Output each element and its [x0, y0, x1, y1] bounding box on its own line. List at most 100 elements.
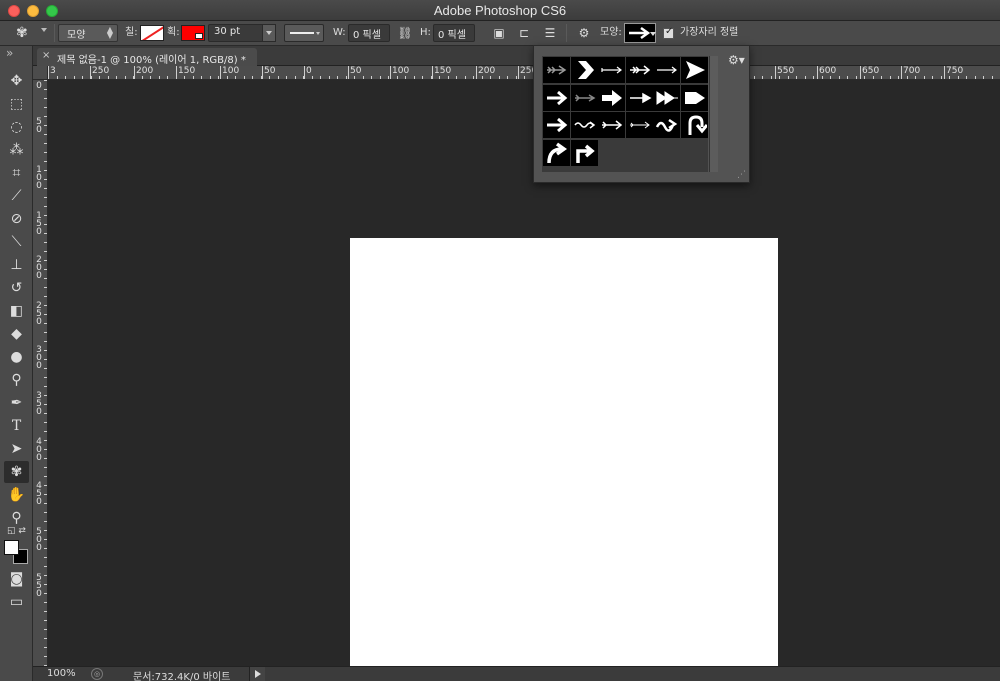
history-brush-icon[interactable]: ↺ [4, 277, 29, 299]
shape-arrow-9[interactable] [598, 84, 625, 111]
shape-arrow-18[interactable] [680, 112, 708, 138]
swap-colors-icon[interactable]: ◱ ⇄ [4, 524, 29, 538]
magic-wand-icon[interactable]: ⁂ [4, 139, 29, 161]
quick-mask-icon[interactable]: ◙ [4, 568, 29, 590]
pen-icon[interactable]: ✒ [4, 392, 29, 414]
shape-arrow-11[interactable] [653, 84, 680, 111]
popup-scrollbar[interactable] [709, 56, 718, 172]
ruler-origin[interactable] [33, 66, 48, 80]
ruler-major-tick [176, 66, 177, 79]
shape-arrow-5[interactable] [653, 57, 680, 83]
vertical-ruler[interactable]: 0 50 100 150 200 250 300 350 400 450 500 550 [33, 80, 48, 666]
height-input[interactable]: 0 픽셀 [433, 24, 475, 42]
close-icon[interactable]: × [42, 50, 50, 61]
document-canvas[interactable] [350, 238, 778, 666]
shape-arrow-13[interactable] [543, 112, 570, 138]
status-menu-button[interactable] [249, 667, 265, 681]
paint-bucket-icon[interactable]: ◆ [4, 323, 29, 345]
foreground-color[interactable] [4, 540, 19, 555]
shape-arrow-12[interactable] [680, 84, 708, 111]
document-info: 문서:732.4K/0 바이트 [133, 672, 231, 681]
ruler-major-tick [775, 66, 776, 79]
stroke-size-input[interactable]: 30 pt [208, 24, 264, 42]
ruler-tick [346, 76, 347, 79]
zoom-level[interactable]: 100% [47, 668, 76, 679]
bandage-icon[interactable]: ⊘ [4, 208, 29, 230]
ruler-tick [44, 359, 47, 360]
shape-arrow-1[interactable] [543, 57, 570, 83]
crop-icon[interactable]: ⌗ [4, 162, 29, 184]
move-icon[interactable]: ✥ [4, 70, 29, 92]
shape-arrow-4[interactable] [625, 57, 653, 83]
ruler-label: 250 [36, 301, 42, 327]
shape-arrow-16[interactable] [625, 112, 653, 138]
tool-mode-select[interactable]: 모양 ▲ ▼ [58, 24, 118, 42]
ruler-tick [44, 305, 47, 306]
status-icon[interactable]: ◎ [91, 668, 103, 680]
marquee-icon[interactable]: ⬚ [4, 93, 29, 115]
stroke-size-dropdown[interactable] [262, 24, 276, 42]
align-edges-checkbox[interactable] [663, 26, 674, 39]
photoshop-window: Adobe Photoshop CS6 ✾ 모양 ▲ ▼ 칠: 획: 30 pt … [0, 0, 1000, 681]
app-title: Adobe Photoshop CS6 [433, 3, 567, 18]
ruler-label: 50 [36, 117, 42, 135]
stroke-swatch[interactable] [181, 25, 205, 41]
ruler-major-tick [390, 66, 391, 79]
ruler-tick [44, 287, 47, 288]
stamp-icon[interactable]: ⊥ [4, 254, 29, 276]
drop-icon[interactable]: ● [4, 346, 29, 368]
path-arrangement-icon[interactable]: ☰ [541, 24, 559, 42]
shape-arrow-10[interactable] [625, 84, 653, 111]
shape-arrow-20[interactable] [570, 139, 598, 166]
eyedropper-icon[interactable]: ⟋ [4, 185, 29, 207]
custom-shape-icon[interactable]: ✾ [4, 461, 29, 483]
width-input[interactable]: 0 픽셀 [348, 24, 390, 42]
stroke-type-picker[interactable] [284, 24, 324, 42]
document-tab[interactable]: × 제목 없음-1 @ 100% (레이어 1, RGB/8) * [37, 48, 257, 66]
shape-arrow-8[interactable] [570, 84, 598, 111]
path-alignment-icon[interactable]: ⊏ [515, 24, 533, 42]
ruler-tick [992, 76, 993, 79]
lasso-icon[interactable]: ◌ [4, 116, 29, 138]
eraser-icon[interactable]: ◧ [4, 300, 29, 322]
shape-arrow-3[interactable] [598, 57, 625, 83]
brush-icon[interactable]: ⟍ [4, 231, 29, 253]
document-title: 제목 없음-1 @ 100% (레이어 1, RGB/8) * [57, 55, 246, 66]
tool-preset-picker[interactable]: ✾ [14, 24, 54, 42]
hand-icon[interactable]: ✋ [4, 484, 29, 506]
screen-mode-icon[interactable]: ▭ [4, 591, 29, 613]
shape-arrow-7[interactable] [543, 84, 570, 111]
gear-icon[interactable]: ⚙ [575, 24, 593, 42]
shape-arrow-14[interactable] [570, 112, 598, 138]
type-icon[interactable]: T [4, 415, 29, 437]
link-icon[interactable]: ⛓ [396, 24, 414, 42]
ruler-tick [499, 76, 500, 79]
arrow-shape-icon [629, 121, 650, 129]
dodge-icon[interactable]: ⚲ [4, 369, 29, 391]
arrow-shape-icon [577, 61, 594, 79]
canvas-area[interactable] [48, 80, 1000, 666]
ruler-tick [805, 76, 806, 79]
horizontal-ruler[interactable]: 3 250 200 150 100 50 0 50 100 150 200 250 550 600 650 7… [48, 66, 1000, 80]
color-swatches[interactable] [4, 540, 30, 566]
fill-swatch[interactable] [140, 25, 164, 41]
shape-arrow-15[interactable] [598, 112, 625, 138]
shape-arrow-2[interactable] [570, 57, 598, 83]
arrow-pointer-icon[interactable]: ➤ [4, 438, 29, 460]
gear-icon[interactable]: ⚙▾ [728, 53, 745, 67]
ruler-label: 650 [862, 66, 880, 76]
tools-panel: ✥ ⬚ ◌ ⁂ ⌗ ⟋ ⊘ ⟍ ⊥ ↺ ◧ ◆ ● ⚲ ✒ T ➤ ✾ ✋ ⚲ … [0, 46, 33, 681]
panel-collapse-icon[interactable] [4, 46, 28, 62]
document-tabs: × 제목 없음-1 @ 100% (레이어 1, RGB/8) * [33, 46, 1000, 66]
ruler-tick [932, 76, 933, 79]
resize-handle-icon[interactable]: ⋰ [737, 170, 746, 180]
ruler-major-tick [817, 66, 818, 79]
ruler-tick [949, 76, 950, 79]
ruler-major-tick [48, 66, 49, 79]
chevron-down-icon[interactable] [650, 32, 656, 36]
shape-arrow-19[interactable] [543, 139, 570, 166]
shape-arrow-17[interactable] [653, 112, 680, 138]
shape-arrow-6[interactable] [680, 57, 708, 83]
path-operations-icon[interactable]: ▣ [490, 24, 508, 42]
ruler-tick [184, 76, 185, 79]
